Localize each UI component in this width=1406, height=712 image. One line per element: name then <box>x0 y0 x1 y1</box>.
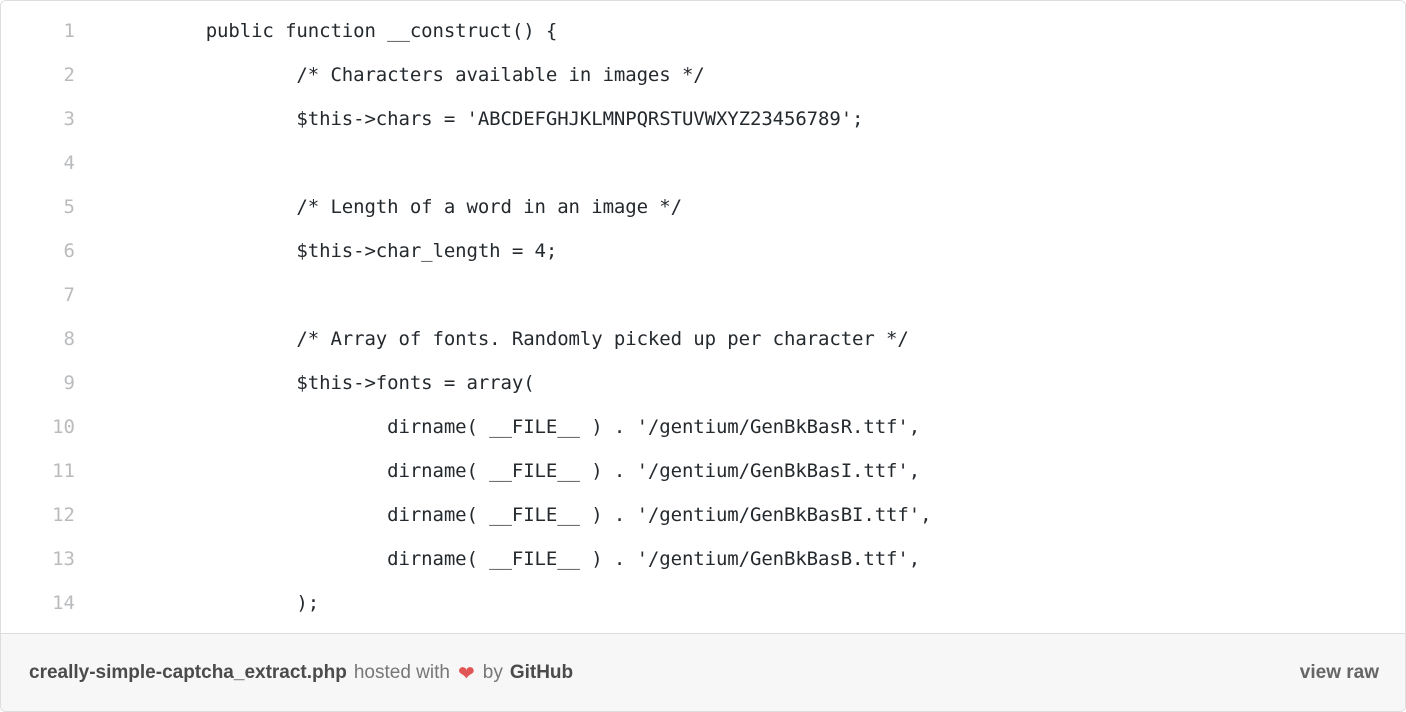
gist-code-body: 1 public function __construct() {2 /* Ch… <box>1 1 1405 633</box>
line-number: 5 <box>63 196 75 218</box>
line-number: 1 <box>63 20 75 42</box>
code-line-row: 4 <box>1 141 1405 185</box>
gist-footer-left: creally-simple-captcha_extract.php hoste… <box>29 662 573 684</box>
line-number: 14 <box>52 592 75 614</box>
line-code: /* Characters available in images */ <box>115 64 705 86</box>
line-code: public function __construct() { <box>115 20 558 42</box>
line-code: $this->char_length = 4; <box>115 240 558 262</box>
line-code <box>99 273 1405 317</box>
code-line-row: 7 <box>1 273 1405 317</box>
view-raw-link[interactable]: view raw <box>1300 662 1379 684</box>
gist-filename-link[interactable]: creally-simple-captcha_extract.php <box>29 662 347 684</box>
line-number: 11 <box>52 460 75 482</box>
by-label: by <box>482 661 503 683</box>
code-line-row: 6 $this->char_length = 4; <box>1 229 1405 273</box>
code-line-row: 3 $this->chars = 'ABCDEFGHJKLMNPQRSTUVWX… <box>1 97 1405 141</box>
line-code: dirname( __FILE__ ) . '/gentium/GenBkBas… <box>115 504 932 526</box>
line-code: /* Array of fonts. Randomly picked up pe… <box>115 328 909 350</box>
gist-code-table: 1 public function __construct() {2 /* Ch… <box>1 9 1405 625</box>
line-code <box>99 141 1405 185</box>
line-code: $this->fonts = array( <box>115 372 535 394</box>
line-number: 2 <box>63 64 75 86</box>
line-number: 8 <box>63 328 75 350</box>
code-line-row: 1 public function __construct() { <box>1 9 1405 53</box>
github-link[interactable]: GitHub <box>510 662 573 684</box>
line-number: 3 <box>63 108 75 130</box>
code-line-row: 2 /* Characters available in images */ <box>1 53 1405 97</box>
code-line-row: 5 /* Length of a word in an image */ <box>1 185 1405 229</box>
hosted-with-label: hosted with <box>353 661 450 683</box>
line-number: 6 <box>63 240 75 262</box>
code-line-row: 12 dirname( __FILE__ ) . '/gentium/GenBk… <box>1 493 1405 537</box>
code-line-row: 13 dirname( __FILE__ ) . '/gentium/GenBk… <box>1 537 1405 581</box>
code-line-row: 8 /* Array of fonts. Randomly picked up … <box>1 317 1405 361</box>
line-code: /* Length of a word in an image */ <box>115 196 682 218</box>
line-code: dirname( __FILE__ ) . '/gentium/GenBkBas… <box>115 460 921 482</box>
gist-embed: 1 public function __construct() {2 /* Ch… <box>0 0 1406 712</box>
code-line-row: 11 dirname( __FILE__ ) . '/gentium/GenBk… <box>1 449 1405 493</box>
line-code: dirname( __FILE__ ) . '/gentium/GenBkBas… <box>115 416 921 438</box>
line-number: 9 <box>63 372 75 394</box>
line-number: 7 <box>63 284 75 306</box>
line-code: dirname( __FILE__ ) . '/gentium/GenBkBas… <box>115 548 921 570</box>
line-code: $this->chars = 'ABCDEFGHJKLMNPQRSTUVWXYZ… <box>115 108 864 130</box>
gist-code-rows: 1 public function __construct() {2 /* Ch… <box>1 9 1405 625</box>
line-number: 13 <box>52 548 75 570</box>
code-line-row: 10 dirname( __FILE__ ) . '/gentium/GenBk… <box>1 405 1405 449</box>
heart-icon: ❤ <box>457 662 475 685</box>
line-number: 10 <box>52 416 75 438</box>
line-code: ); <box>115 592 320 614</box>
line-number: 4 <box>63 152 75 174</box>
gist-footer: creally-simple-captcha_extract.php hoste… <box>1 633 1405 711</box>
line-number: 12 <box>52 504 75 526</box>
code-line-row: 14 ); <box>1 581 1405 625</box>
code-line-row: 9 $this->fonts = array( <box>1 361 1405 405</box>
